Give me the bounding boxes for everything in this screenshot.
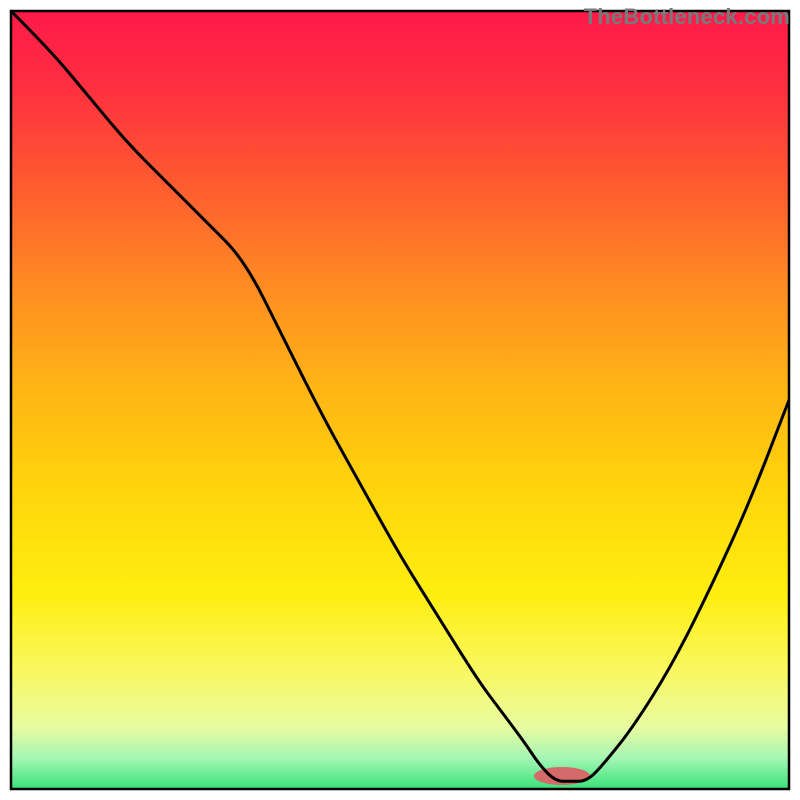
chart-svg [0,0,800,800]
heat-gradient-background [11,11,789,789]
watermark-text: TheBottleneck.com [584,4,790,30]
chart-stage: TheBottleneck.com [0,0,800,800]
